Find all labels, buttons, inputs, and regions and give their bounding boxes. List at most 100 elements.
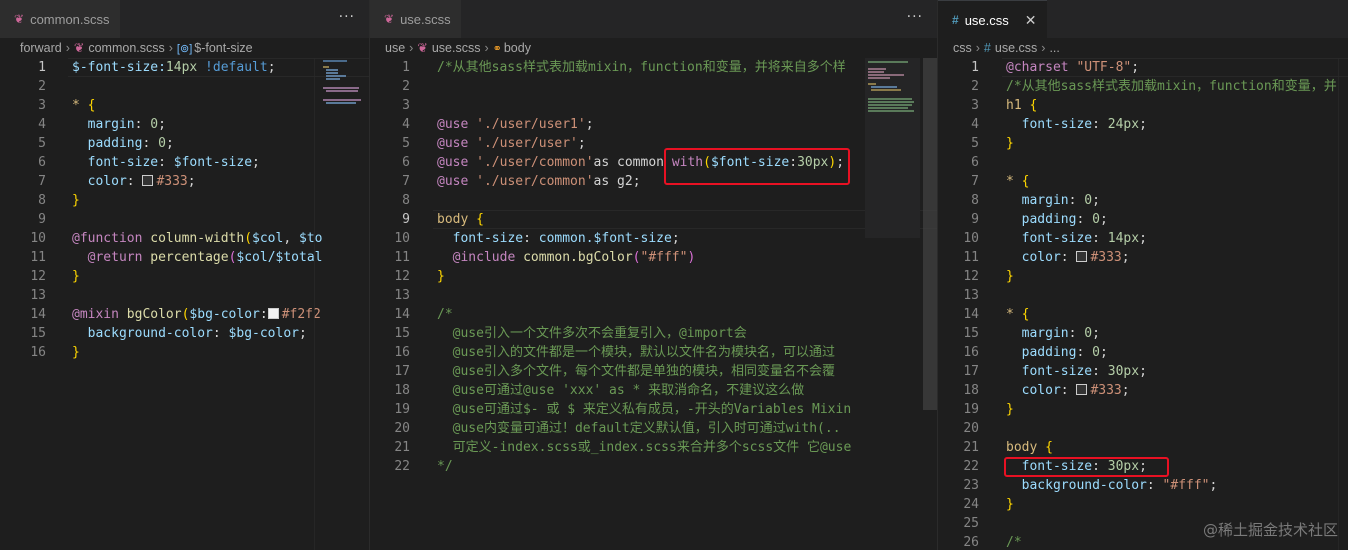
vertical-scrollbar[interactable]	[314, 58, 315, 550]
code-token: @function	[72, 231, 151, 246]
line-number: 18	[963, 383, 979, 398]
code-line[interactable]: 17 font-size: 30px;	[938, 362, 1348, 381]
code-line[interactable]: 7 @use './user/common'as g2;	[370, 172, 937, 191]
line-number: 2	[38, 79, 46, 94]
code-token: }	[72, 269, 80, 284]
code-token: }	[1006, 497, 1014, 512]
code-line[interactable]: 2 /*从其他sass样式表加载mixin，function和变量，并	[938, 77, 1348, 96]
breadcrumb-symbol[interactable]: ...	[1049, 41, 1059, 55]
tab-bar: ❦ common.scss ···	[0, 0, 369, 38]
tab-bar: ❦ use.scss ···	[370, 0, 937, 38]
code-line[interactable]: 10 font-size: 14px;	[938, 229, 1348, 248]
code-token: background-color	[1006, 478, 1147, 493]
code-token: "#fff"	[1162, 478, 1210, 493]
code-line[interactable]: 8 margin: 0;	[938, 191, 1348, 210]
code-line[interactable]: 9 padding: 0;	[938, 210, 1348, 229]
code-token: 0	[158, 136, 166, 151]
color-swatch-icon[interactable]	[1076, 384, 1088, 395]
code-line[interactable]: 4 font-size: 24px;	[938, 115, 1348, 134]
code-editor[interactable]: 1 /*从其他sass样式表加载mixin，function和变量，并将来自多个样…	[370, 58, 937, 550]
code-line[interactable]: 14 /*	[370, 305, 937, 324]
code-line[interactable]: 7 * {	[938, 172, 1348, 191]
code-line[interactable]: 23 background-color: "#fff";	[938, 476, 1348, 495]
code-line[interactable]: 3	[370, 96, 937, 115]
chevron-right-icon: ›	[975, 41, 980, 55]
vertical-scrollbar[interactable]	[1338, 58, 1339, 550]
code-token: $bg-color	[189, 307, 260, 322]
code-token: *	[1006, 174, 1022, 189]
code-line[interactable]: 12}	[938, 267, 1348, 286]
breadcrumb-folder[interactable]: css	[953, 41, 972, 55]
tab-common-scss[interactable]: ❦ common.scss	[0, 0, 120, 38]
code-text: }	[1006, 267, 1014, 286]
code-line[interactable]: 2	[370, 77, 937, 96]
breadcrumb-folder[interactable]: use	[385, 41, 405, 55]
code-text: /*	[437, 305, 453, 324]
code-line[interactable]: 18 @use可通过@use 'xxx' as * 来取消命名，不建议这么做	[370, 381, 937, 400]
breadcrumb-folder[interactable]: forward	[20, 41, 62, 55]
code-line[interactable]: 5}	[938, 134, 1348, 153]
color-swatch-icon[interactable]	[267, 308, 279, 319]
code-line[interactable]: 8	[370, 191, 937, 210]
code-token: $col	[252, 231, 284, 246]
code-line[interactable]: 11 color: #333;	[938, 248, 1348, 267]
code-token: @mixin	[72, 307, 127, 322]
code-token: font-size	[437, 231, 524, 246]
line-number: 13	[394, 288, 410, 303]
code-line[interactable]: 13	[938, 286, 1348, 305]
code-line[interactable]: 12}	[370, 267, 937, 286]
code-line[interactable]: 21 可定义-index.scss或_index.scss来合并多个scss文件…	[370, 438, 937, 457]
code-text: @use引入一个文件多次不会重复引入，@import会	[437, 324, 747, 343]
code-line[interactable]: 19}	[938, 400, 1348, 419]
breadcrumb-file[interactable]: use.scss	[432, 41, 481, 55]
code-line[interactable]: 21 body {	[938, 438, 1348, 457]
code-line[interactable]: 16 padding: 0;	[938, 343, 1348, 362]
color-swatch-icon[interactable]	[142, 175, 154, 186]
tab-use-scss[interactable]: ❦ use.scss	[370, 0, 461, 38]
code-line[interactable]: 6 @use './user/common'as common with($fon…	[370, 153, 937, 172]
code-line[interactable]: 1 /*从其他sass样式表加载mixin，function和变量，并将来自多个样	[370, 58, 937, 77]
code-line[interactable]: 3 h1 {	[938, 96, 1348, 115]
code-line[interactable]: 24}	[938, 495, 1348, 514]
code-line[interactable]: 11 @include common.bgColor("#fff")	[370, 248, 937, 267]
code-line[interactable]: 4 @use './user/user1';	[370, 115, 937, 134]
close-icon[interactable]: ✕	[1025, 12, 1037, 29]
color-swatch-icon[interactable]	[1076, 251, 1088, 262]
code-line[interactable]: 20	[938, 419, 1348, 438]
code-line[interactable]: 15 margin: 0;	[938, 324, 1348, 343]
code-text: @use './user/user';	[437, 134, 586, 153]
code-token: {	[1045, 440, 1053, 455]
line-number: 6	[971, 155, 979, 170]
vertical-scrollbar-thumb[interactable]	[923, 58, 937, 410]
line-number: 22	[963, 459, 979, 474]
code-line[interactable]: 9 body {	[370, 210, 937, 229]
more-actions-icon[interactable]: ···	[907, 9, 923, 25]
code-token: :	[1060, 383, 1077, 398]
code-line[interactable]: 14 * {	[938, 305, 1348, 324]
code-text: /*	[1006, 533, 1022, 550]
code-line[interactable]: 1 @charset "UTF-8";	[938, 58, 1348, 77]
minimap[interactable]	[320, 58, 369, 238]
code-line[interactable]: 19 @use可通过$- 或 $ 来定义私有成员，-开头的Variables M…	[370, 400, 937, 419]
minimap[interactable]	[865, 58, 920, 238]
code-line[interactable]: 18 color: #333;	[938, 381, 1348, 400]
breadcrumb-file[interactable]: common.scss	[88, 41, 164, 55]
breadcrumb-symbol[interactable]: body	[504, 41, 531, 55]
code-line[interactable]: 20 @use内变量可通过！default定义默认值，引入时可通过with(..	[370, 419, 937, 438]
line-number: 13	[30, 288, 46, 303]
tab-use-css[interactable]: # use.css ✕	[938, 0, 1047, 39]
code-line[interactable]: 6	[938, 153, 1348, 172]
line-number: 15	[963, 326, 979, 341]
code-line[interactable]: 10 font-size: common.$font-size;	[370, 229, 937, 248]
code-line[interactable]: 15 @use引入一个文件多次不会重复引入，@import会	[370, 324, 937, 343]
selector-symbol-icon: ⚭	[492, 43, 502, 55]
breadcrumb-symbol[interactable]: $-font-size	[194, 41, 252, 55]
breadcrumb-file[interactable]: use.css	[995, 41, 1037, 55]
code-line[interactable]: 5 @use './user/user';	[370, 134, 937, 153]
line-number: 4	[38, 117, 46, 132]
code-line[interactable]: 16 @use引入的文件都是一个模块，默认以文件名为模块名，可以通过	[370, 343, 937, 362]
code-line[interactable]: 13	[370, 286, 937, 305]
more-actions-icon[interactable]: ···	[339, 9, 355, 25]
code-line[interactable]: 17 @use引入多个文件，每个文件都是单独的模块，相同变量名不会覆	[370, 362, 937, 381]
code-line[interactable]: 22 */	[370, 457, 937, 476]
